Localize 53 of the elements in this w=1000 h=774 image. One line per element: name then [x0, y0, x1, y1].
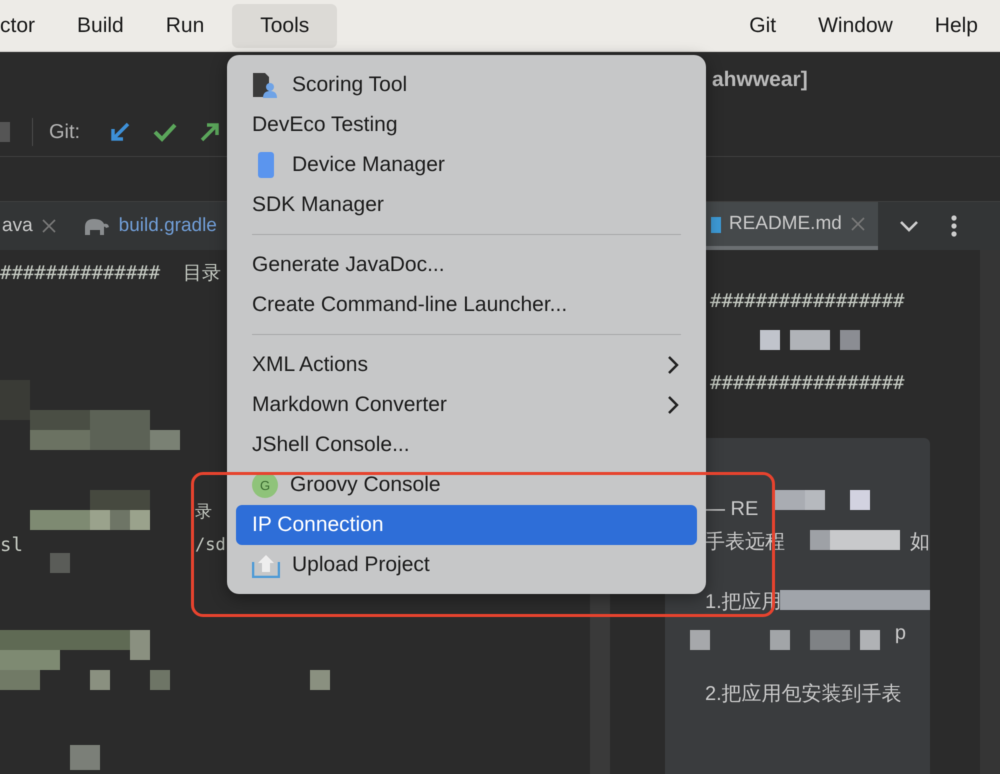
code-line: sl: [0, 534, 23, 556]
menu-item[interactable]: Device Manager: [236, 145, 697, 185]
pixelated-patch: [150, 670, 170, 690]
pixelated-patch: [310, 670, 330, 690]
pixelated-patch: [860, 630, 880, 650]
pixelated-patch: [760, 330, 780, 350]
document-people-icon: [252, 72, 280, 98]
more-icon[interactable]: [950, 214, 958, 238]
menu-bar-item[interactable]: ctor: [0, 6, 50, 46]
menu-bar-item[interactable]: Run: [152, 6, 218, 46]
menu-item[interactable]: SDK Manager: [236, 185, 697, 225]
pixelated-patch: [810, 630, 850, 650]
preview-text: 2.把应用包安装到手表: [705, 682, 902, 706]
pixelated-patch: [30, 510, 90, 530]
preview-text: p: [894, 622, 906, 644]
code-line: #################: [710, 290, 904, 312]
menu-item[interactable]: G Groovy Console: [236, 465, 697, 505]
menu-item[interactable]: Upload Project: [236, 545, 697, 585]
code-line: ############## 目录: [0, 261, 222, 286]
menu-bar-item[interactable]: Git: [735, 6, 790, 46]
code-text: /sd: [195, 535, 226, 555]
preview-text: 如: [910, 530, 930, 554]
menu-item[interactable]: XML Actions: [236, 345, 697, 385]
pixelated-patch: [690, 630, 710, 650]
code-line: #################: [710, 372, 904, 394]
close-icon[interactable]: [40, 218, 57, 234]
menu-bar-item[interactable]: Help: [920, 6, 992, 46]
git-label: Git:: [49, 120, 80, 144]
menu-item[interactable]: Scoring Tool: [236, 65, 697, 105]
check-icon[interactable]: [152, 121, 178, 143]
project-title: ahwwear]: [712, 68, 808, 92]
preview-text: — RE: [705, 498, 758, 520]
pixelated-patch: [790, 330, 830, 350]
pixelated-patch: [70, 745, 100, 770]
menu-item[interactable]: DevEco Testing: [236, 105, 697, 145]
menu-item[interactable]: Create Command-line Launcher...: [236, 285, 697, 325]
upload-icon: [252, 552, 280, 578]
pixelated-patch: [770, 630, 790, 650]
menu-item[interactable]: Generate JavaDoc...: [236, 245, 697, 285]
menu-item[interactable]: JShell Console...: [236, 425, 697, 465]
editor-tab[interactable]: build.gradle: [80, 202, 229, 250]
menu-bar-item[interactable]: Window: [804, 6, 907, 46]
menu-item[interactable]: IP Connection: [236, 505, 697, 545]
menu-item[interactable]: Markdown Converter: [236, 385, 697, 425]
pixelated-patch: [850, 490, 870, 510]
menu-bar-item[interactable]: Tools: [232, 4, 338, 48]
pixelated-patch: [840, 330, 860, 350]
menu-bar-item[interactable]: Build: [63, 6, 138, 46]
pixelated-patch: [50, 553, 70, 573]
code-text: 录: [195, 500, 212, 522]
pixelated-patch: [90, 670, 110, 690]
editor-tab[interactable]: ava: [2, 202, 69, 250]
chevron-down-icon[interactable]: [898, 219, 920, 233]
